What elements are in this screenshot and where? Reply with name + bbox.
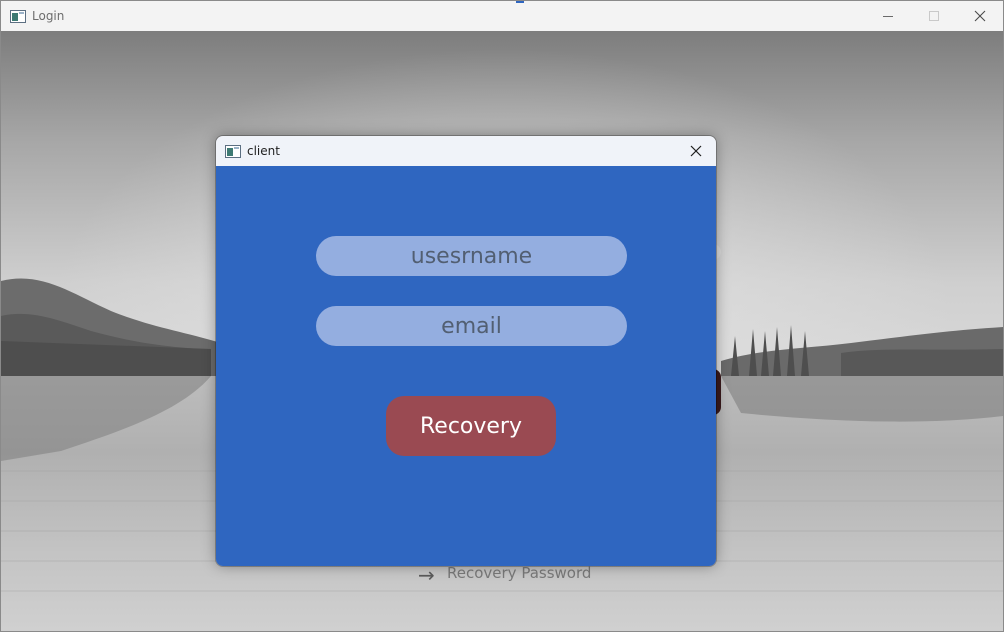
app-icon	[10, 10, 26, 23]
login-window-titlebar[interactable]: Login	[1, 1, 1003, 31]
maximize-icon	[929, 11, 939, 21]
window-accent-mark	[516, 1, 524, 3]
window-controls	[865, 1, 1003, 31]
recovery-password-link[interactable]: Recovery Password	[447, 564, 591, 582]
dialog-titlebar[interactable]: client	[216, 136, 716, 166]
dialog-app-icon	[225, 145, 241, 158]
minimize-icon	[883, 16, 893, 17]
maximize-button[interactable]	[911, 1, 957, 31]
close-icon	[690, 145, 702, 157]
client-dialog: client Recovery	[216, 136, 716, 566]
dialog-close-button[interactable]	[682, 138, 710, 164]
email-input[interactable]	[316, 306, 627, 346]
close-icon	[974, 10, 986, 22]
arrow-right-icon: →	[418, 563, 435, 587]
dialog-body: Recovery	[216, 166, 716, 566]
dialog-title: client	[247, 144, 280, 158]
window-title: Login	[32, 9, 65, 23]
minimize-button[interactable]	[865, 1, 911, 31]
recovery-button[interactable]: Recovery	[386, 396, 556, 456]
username-input[interactable]	[316, 236, 627, 276]
close-button[interactable]	[957, 1, 1003, 31]
